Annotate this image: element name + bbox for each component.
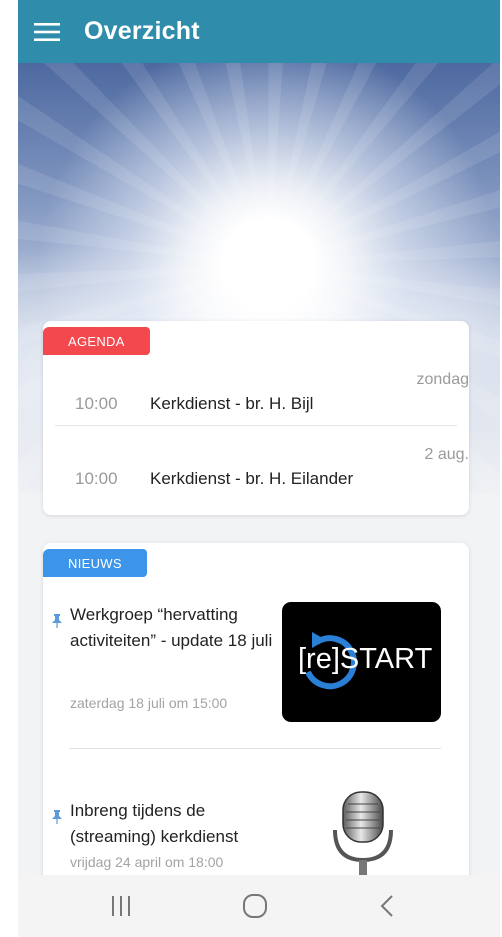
event-date: 2 aug.	[424, 446, 469, 463]
news-title: Werkgroep “hervatting activiteiten” - up…	[70, 605, 273, 650]
system-nav-bar	[18, 875, 500, 937]
restart-logo-word: START	[339, 643, 433, 675]
back-button[interactable]	[342, 875, 432, 937]
recent-apps-button[interactable]	[76, 875, 166, 937]
restart-logo-bracket: [re]	[298, 643, 340, 675]
event-title: Kerkdienst - br. H. Bijl	[150, 394, 314, 413]
news-meta: vrijdag 24 april om 18:00	[70, 854, 224, 870]
agenda-divider	[55, 425, 457, 426]
app-screen: Overzicht AGENDA zondag 10:00 Kerkdienst…	[18, 0, 500, 937]
back-icon	[380, 895, 393, 917]
home-icon	[243, 894, 267, 918]
agenda-badge: AGENDA	[43, 327, 150, 355]
news-badge: NIEUWS	[43, 549, 147, 577]
page-title: Overzicht	[84, 17, 200, 45]
restart-logo-text: [re]START	[298, 643, 432, 676]
event-time: 10:00	[75, 469, 118, 488]
app-bar: Overzicht	[18, 0, 500, 63]
restart-thumbnail: [re]START	[282, 602, 441, 722]
recent-apps-icon	[112, 896, 130, 916]
news-divider	[69, 748, 441, 749]
home-button[interactable]	[210, 875, 300, 937]
event-time: 10:00	[75, 394, 118, 413]
event-date: zondag	[416, 371, 470, 388]
news-title: Inbreng tijdens de (streaming) kerkdiens…	[70, 801, 239, 846]
agenda-card: AGENDA zondag 10:00 Kerkdienst - br. H. …	[43, 321, 469, 515]
news-item[interactable]: Werkgroep “hervatting activiteiten” - up…	[51, 602, 461, 727]
agenda-event[interactable]: zondag 10:00 Kerkdienst - br. H. Bijl	[55, 361, 469, 447]
hamburger-menu-icon	[34, 22, 60, 41]
event-title: Kerkdienst - br. H. Eilander	[150, 469, 354, 488]
agenda-event[interactable]: 2 aug. 10:00 Kerkdienst - br. H. Eilande…	[55, 436, 469, 522]
news-meta: zaterdag 18 juli om 15:00	[70, 695, 228, 711]
pin-icon	[52, 810, 62, 824]
menu-button[interactable]	[18, 0, 84, 63]
pin-icon	[52, 614, 62, 628]
